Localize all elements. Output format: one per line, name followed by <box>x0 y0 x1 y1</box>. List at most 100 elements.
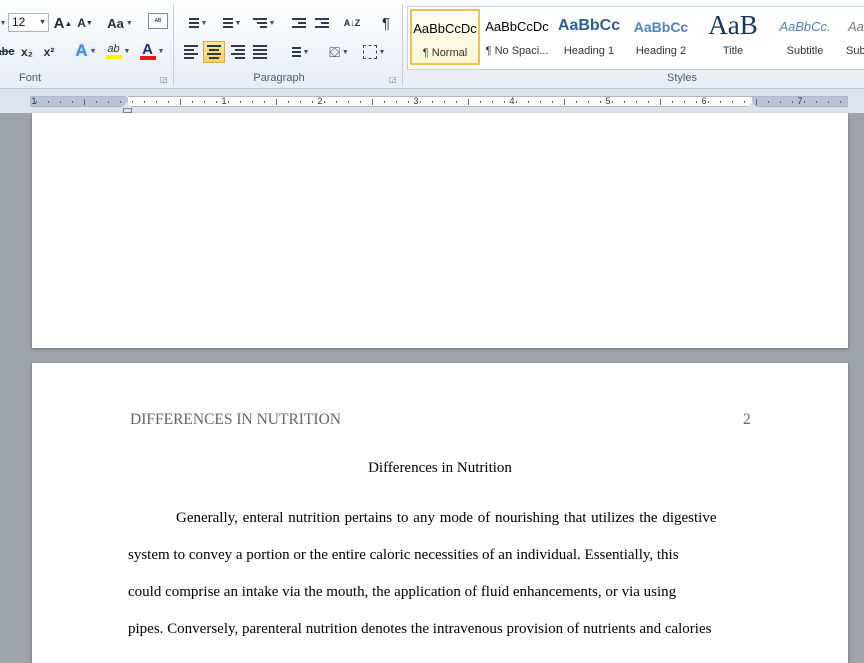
bullets-button[interactable]: ▼ <box>181 13 211 33</box>
style-name: Sub <box>846 45 864 57</box>
subscript-icon: x₂ <box>20 45 33 59</box>
style-heading-1[interactable]: AaBbCc Heading 1 <box>554 9 624 65</box>
ruler-tick <box>168 101 169 103</box>
multilevel-list-button[interactable]: ▼ <box>249 13 279 33</box>
font-color-icon: A <box>139 42 156 60</box>
style-preview: Aa <box>848 19 864 34</box>
subscript-button[interactable]: x₂ <box>18 42 36 62</box>
ruler-number: 4 <box>509 96 515 106</box>
ruler-tick <box>72 101 73 103</box>
ruler-tick <box>540 101 541 103</box>
ruler-tick <box>192 101 193 103</box>
ruler-tick <box>276 99 277 105</box>
font-dialog-launcher-icon[interactable]: ◲ <box>160 76 168 84</box>
ruler-tick <box>792 101 793 103</box>
align-right-icon <box>231 45 245 59</box>
ruler-tick <box>780 101 781 103</box>
grow-font-button[interactable]: A ▲ <box>54 13 73 33</box>
superscript-button[interactable]: x² <box>40 42 58 62</box>
style-preview: AaB <box>708 10 758 40</box>
page-number: 2 <box>743 411 751 428</box>
highlighter-icon: ab <box>105 43 122 59</box>
styles-group-label: Styles <box>667 72 697 84</box>
align-right-button[interactable] <box>228 42 248 62</box>
ruler-tick <box>564 99 565 105</box>
ruler-tick <box>504 101 505 103</box>
font-color-button[interactable]: A ▼ <box>138 41 166 61</box>
document-page-1[interactable] <box>32 113 848 348</box>
ruler-tick <box>216 101 217 103</box>
ruler-tick <box>108 101 109 103</box>
clear-formatting-button[interactable]: ᴬᴮ <box>148 13 168 29</box>
borders-icon <box>362 45 377 59</box>
style-heading-2[interactable]: AaBbCc Heading 2 <box>626 9 696 65</box>
ruler-tick <box>624 101 625 103</box>
clear-formatting-icon: ᴬᴮ <box>154 16 162 26</box>
font-size-input[interactable]: 12 ▼ <box>8 13 49 32</box>
strikethrough-button[interactable]: abc <box>0 42 14 62</box>
ruler-tick <box>684 101 685 103</box>
sort-icon: A↓Z <box>343 18 361 28</box>
style-no-spacing[interactable]: AaBbCcDc ¶ No Spaci... <box>482 9 552 65</box>
decrease-indent-button[interactable] <box>288 13 310 33</box>
ruler-tick <box>516 101 517 103</box>
paragraph-dialog-launcher-icon[interactable]: ◲ <box>389 76 397 84</box>
style-normal[interactable]: AaBbCcDc ¶ Normal <box>410 9 480 65</box>
ruler-tick <box>744 101 745 103</box>
ruler-tick <box>708 101 709 103</box>
justify-button[interactable] <box>250 42 270 62</box>
increase-indent-button[interactable] <box>311 13 333 33</box>
sort-button[interactable]: A↓Z <box>341 13 363 33</box>
group-separator <box>173 4 174 86</box>
highlight-button[interactable]: ab ▼ <box>103 41 133 61</box>
shrink-font-button[interactable]: A ▼ <box>76 13 94 33</box>
horizontal-ruler[interactable]: 1 1 2 3 4 5 6 7 <box>30 96 848 107</box>
style-preview: AaBbCc <box>557 17 621 34</box>
ruler-tick <box>180 99 181 105</box>
ruler-tick <box>804 101 805 103</box>
style-subtitle[interactable]: AaBbCc. Subtitle <box>770 9 840 65</box>
style-title[interactable]: AaB Title <box>698 9 768 65</box>
document-page-2[interactable]: DIFFERENCES IN NUTRITION 2 Differences i… <box>32 363 848 663</box>
superscript-icon: x² <box>43 45 55 59</box>
ruler-tick <box>120 101 121 103</box>
style-name: Heading 1 <box>563 45 615 57</box>
first-line-indent-marker[interactable] <box>122 92 132 98</box>
ruler-tick <box>600 101 601 103</box>
ruler-tick <box>816 101 817 103</box>
show-formatting-button[interactable]: ¶ <box>375 13 397 33</box>
text-effects-icon: A <box>75 41 88 60</box>
change-case-button[interactable]: Aa ▼ <box>106 13 134 33</box>
ruler-tick <box>696 101 697 103</box>
numbering-button[interactable]: ▼ <box>215 13 245 33</box>
right-indent-marker[interactable] <box>747 102 757 108</box>
ruler-number: 6 <box>701 96 707 106</box>
ruler-number: 1 <box>31 96 37 106</box>
ruler-tick <box>360 101 361 103</box>
document-title: Differences in Nutrition <box>368 460 512 476</box>
styles-gallery: AaBbCcDc ¶ Normal AaBbCcDc ¶ No Spaci...… <box>407 6 864 70</box>
ruler-area: 1 1 2 3 4 5 6 7 <box>0 89 864 113</box>
borders-button[interactable]: ▼ <box>360 42 388 62</box>
ruler-tick <box>768 101 769 103</box>
align-center-icon <box>207 45 221 59</box>
ruler-tick <box>348 101 349 103</box>
body-line: Generally, enteral nutrition pertains to… <box>176 510 717 526</box>
decrease-indent-icon <box>292 16 306 30</box>
text-effects-button[interactable]: A ▼ <box>72 41 100 61</box>
ruler-tick <box>264 101 265 103</box>
ruler-tick <box>228 101 229 103</box>
align-center-button[interactable] <box>203 41 225 63</box>
bullets-icon <box>185 16 199 30</box>
ruler-tick <box>48 101 49 103</box>
body-line: system to convey a portion or the entire… <box>128 547 679 563</box>
ruler-tick <box>84 99 85 105</box>
style-subtle[interactable]: Aa Sub <box>842 9 864 65</box>
font-name-dropdown[interactable]: ▼ <box>0 13 6 33</box>
line-spacing-button[interactable]: ▼ <box>284 42 312 62</box>
style-name: Heading 2 <box>635 45 687 57</box>
style-preview: AaBbCc <box>633 19 689 35</box>
align-left-button[interactable] <box>181 42 201 62</box>
style-preview: AaBbCcDc <box>413 21 477 36</box>
shading-button[interactable]: ⛋ ▼ <box>324 42 354 62</box>
